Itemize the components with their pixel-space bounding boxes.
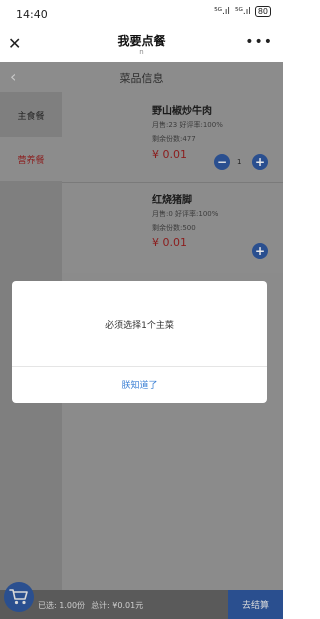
title-bar: ✕ 我要点餐 n ••• [0,28,283,62]
item-remaining: 剩余份数:500 [152,224,196,232]
menu-item[interactable]: 野山椒炒牛肉 月售:23 好评率:100% 剩余份数:477 ¥ 0.01 − … [62,92,283,182]
category-item-active[interactable]: 营养餐 [0,137,62,181]
item-remaining: 剩余份数:477 [152,135,196,143]
signal-icon: ⁵ᴳ.ıl [234,6,251,17]
item-quantity: 1 [237,158,242,166]
battery-icon: 80 [254,6,271,17]
checkout-button[interactable]: 去结算 [228,590,283,619]
increase-button[interactable]: + [252,154,268,170]
content-header: ‹ 菜品信息 [0,62,283,92]
status-time: 14:40 [16,8,48,21]
content-title: 菜品信息 [119,72,164,85]
cart-total: 总计: ¥0.01元 [91,601,144,610]
more-icon[interactable]: ••• [245,34,273,50]
decrease-button[interactable]: − [214,154,230,170]
page-subtitle: n [139,48,144,56]
status-icons: ⁵ᴳ.ıl ⁵ᴳ.ıl 80 [213,6,271,17]
item-stats: 月售:0 好评率:100% [152,210,219,218]
item-name: 红烧猪脚 [152,195,192,206]
item-price: ¥ 0.01 [152,148,187,161]
cart-summary: 已选: 1.00份 总计: ¥0.01元 [38,600,143,611]
item-price: ¥ 0.01 [152,236,187,249]
signal-icon: ⁵ᴳ.ıl [214,6,230,17]
menu-item[interactable]: 红烧猪脚 月售:0 好评率:100% 剩余份数:500 ¥ 0.01 + [62,182,283,273]
category-item[interactable]: 主食餐 [0,93,62,137]
cart-selected-count: 已选: 1.00份 [38,601,86,610]
alert-dialog: 必须选择1个主菜 朕知道了 [12,281,267,403]
alert-message: 必须选择1个主菜 [105,321,174,331]
cart-button[interactable] [4,582,34,612]
increase-button[interactable]: + [252,243,268,259]
item-name: 野山椒炒牛肉 [152,106,212,117]
item-stats: 月售:23 好评率:100% [152,121,223,129]
page-title: 我要点餐 [117,34,166,48]
confirm-button[interactable]: 朕知道了 [12,366,267,403]
cart-icon [9,589,28,605]
